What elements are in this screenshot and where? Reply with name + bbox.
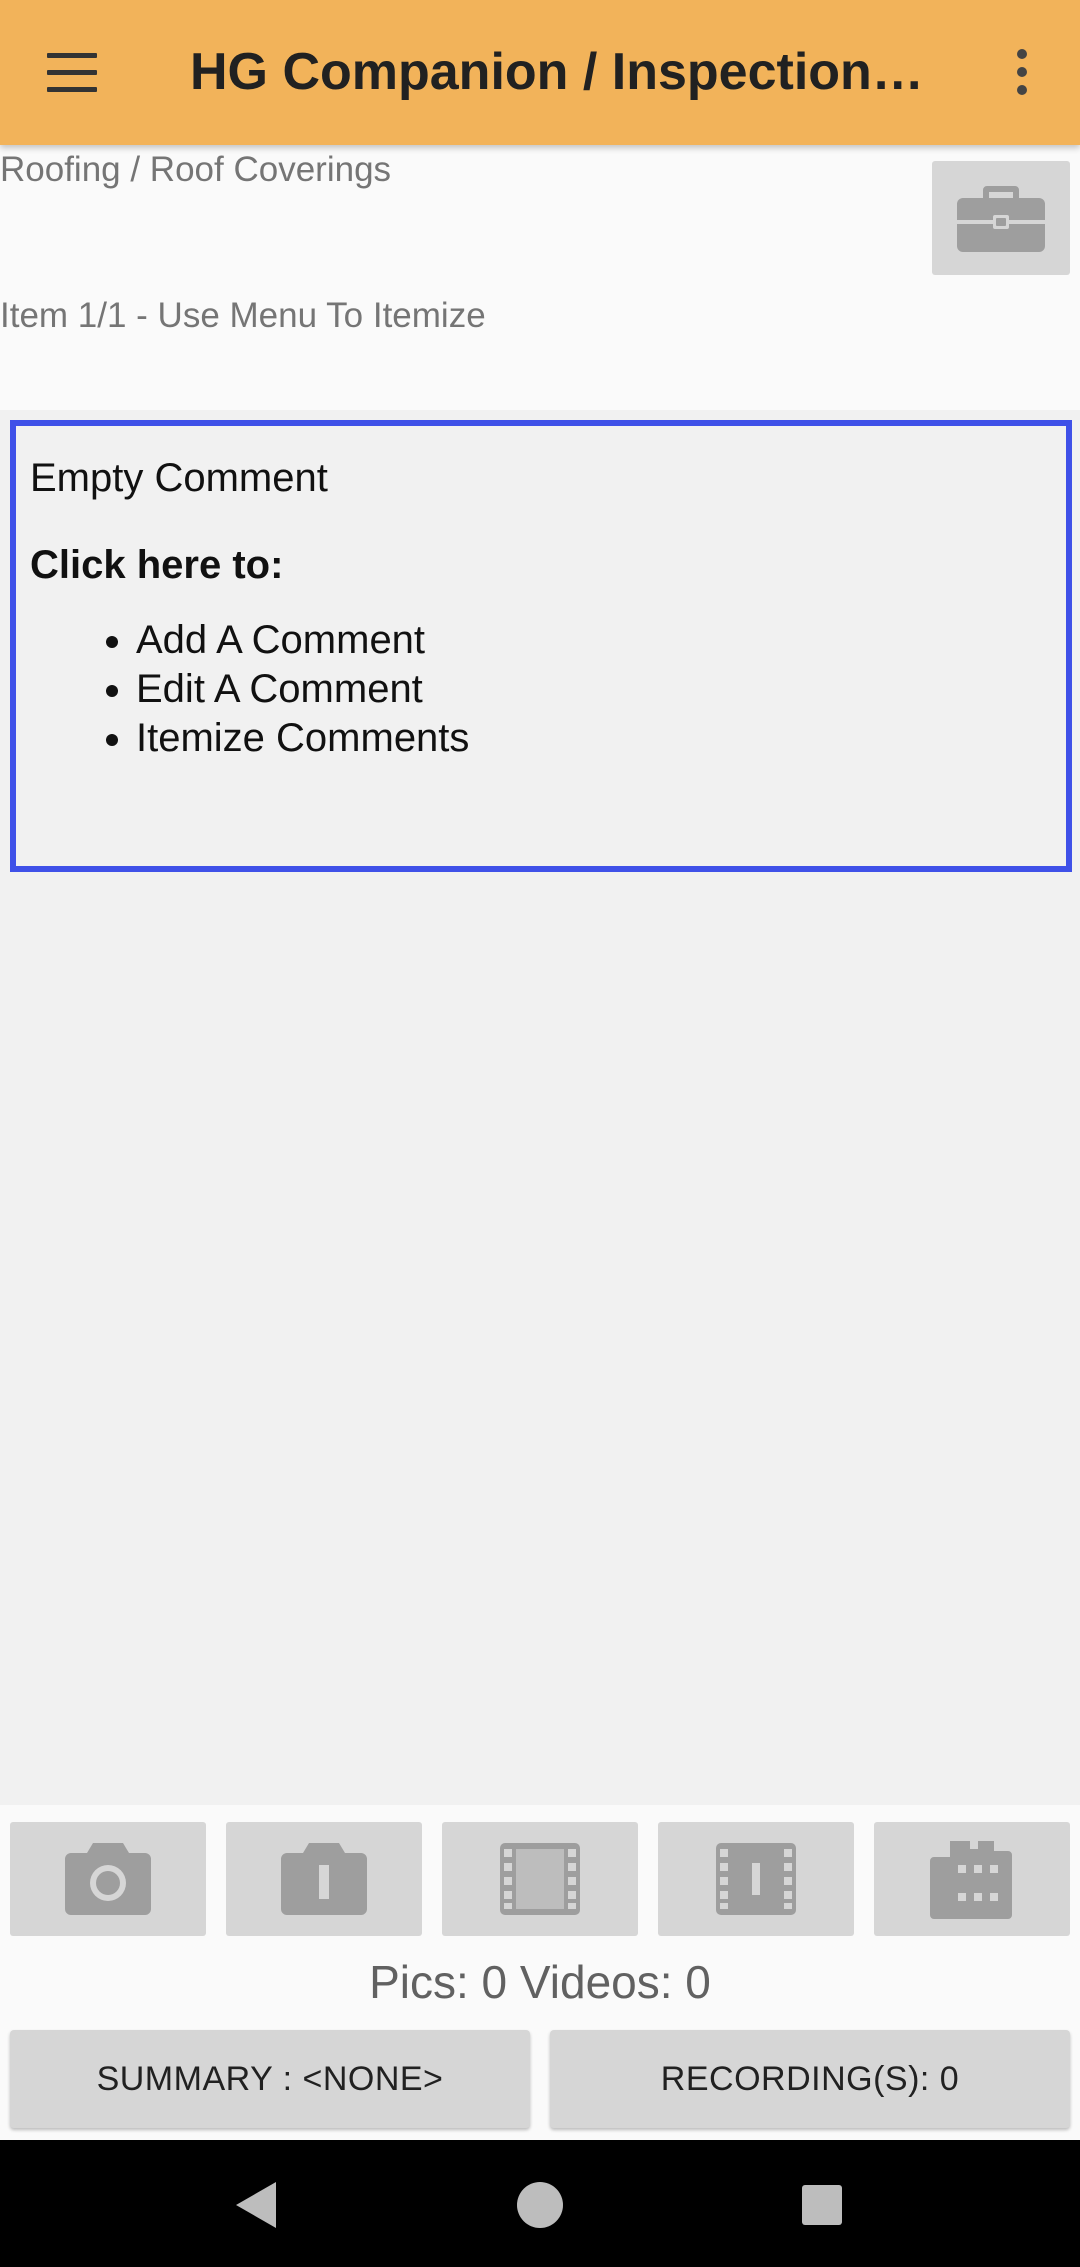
take-picture-button[interactable] [10,1822,206,1936]
app-bar: HG Companion / Inspection It… [0,0,1080,145]
camera-icon [65,1843,151,1915]
comment-option-edit: Edit A Comment [136,665,1052,714]
back-triangle-icon[interactable] [226,2175,286,2235]
breadcrumb: Roofing / Roof Coverings [0,150,392,189]
item-label: Item 1/1 - Use Menu To Itemize [0,296,486,335]
app-title: HG Companion / Inspection It… [190,43,935,101]
empty-comment-text: Empty Comment [30,456,328,500]
comment-option-itemize: Itemize Comments [136,714,1052,763]
comment-options-list: Add A Comment Edit A Comment Itemize Com… [30,616,1052,763]
summary-button[interactable]: SUMMARY : <NONE> [10,2030,530,2128]
more-vert-icon[interactable] [1000,42,1044,102]
film-roll-icon [930,1841,1012,1919]
media-counts: Pics: 0 Videos: 0 [369,1956,711,2008]
film-alt-icon [716,1843,796,1915]
film-roll-button[interactable] [874,1822,1070,1936]
camera-alt-button[interactable] [226,1822,422,1936]
home-circle-icon[interactable] [510,2175,570,2235]
recordings-button[interactable]: RECORDING(S): 0 [550,2030,1070,2128]
comment-option-add: Add A Comment [136,616,1052,665]
recents-square-icon[interactable] [792,2175,852,2235]
camera-alt-icon [281,1843,367,1915]
briefcase-button[interactable] [932,161,1070,275]
film-icon [500,1843,580,1915]
hamburger-menu-icon[interactable] [32,40,112,104]
video-alt-button[interactable] [658,1822,854,1936]
briefcase-icon [957,186,1045,252]
comment-cta: Click here to: [30,543,284,587]
record-video-button[interactable] [442,1822,638,1936]
comment-box[interactable]: Empty Comment Click here to: Add A Comme… [10,420,1072,872]
